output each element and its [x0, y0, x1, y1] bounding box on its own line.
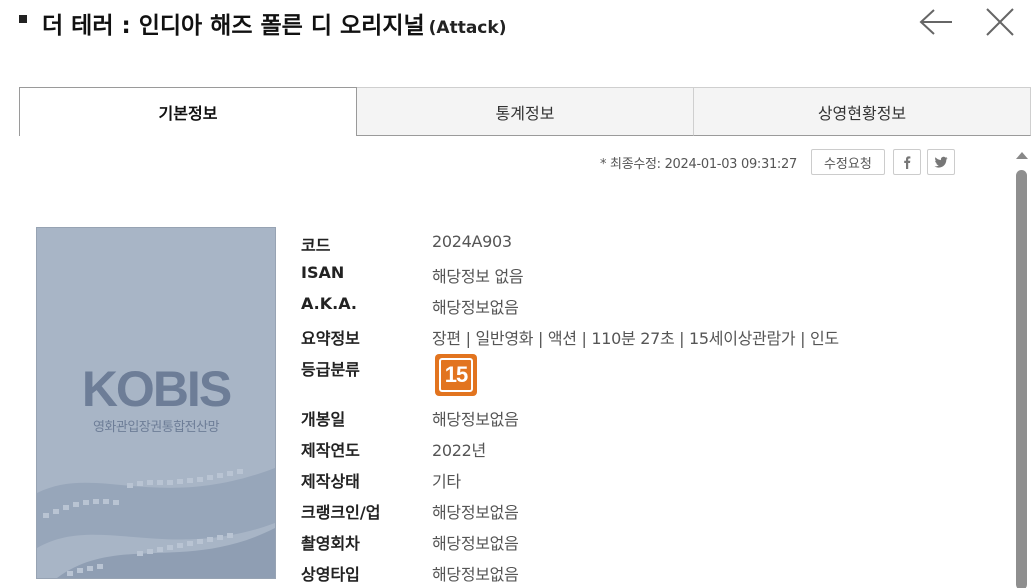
facebook-icon	[903, 156, 911, 169]
info-label: ISAN	[301, 263, 345, 282]
info-value: 해당정보없음	[432, 503, 519, 522]
info-label: A.K.A.	[301, 294, 357, 313]
movie-title: 더 테러 : 인디아 해즈 폴른 디 오리지널	[42, 13, 425, 39]
info-row-release: 개봉일 해당정보없음	[301, 402, 1001, 433]
info-value: 해당정보없음	[432, 565, 519, 584]
info-label: 코드	[301, 236, 331, 255]
info-row-status: 제작상태 기타	[301, 464, 1001, 495]
twitter-icon	[934, 156, 948, 168]
last-modified-text: * 최종수정: 2024-01-03 09:31:27	[600, 156, 797, 172]
edit-request-button[interactable]: 수정요청	[810, 149, 885, 175]
info-label: 촬영회차	[301, 534, 360, 553]
rating-15-icon: 15	[435, 354, 477, 396]
arrow-left-icon[interactable]	[918, 6, 954, 38]
update-row: * 최종수정: 2024-01-03 09:31:27 수정요청	[600, 148, 961, 176]
info-row-year: 제작연도 2022년	[301, 433, 1001, 464]
header: 더 테러 : 인디아 해즈 폴른 디 오리지널 (Attack)	[0, 0, 1032, 50]
info-label: 크랭크인/업	[301, 503, 381, 522]
scrollbar[interactable]	[1014, 150, 1030, 588]
info-row-crank: 크랭크인/업 해당정보없음	[301, 495, 1001, 526]
twitter-share-button[interactable]	[926, 149, 955, 175]
info-label: 제작연도	[301, 441, 360, 460]
page-title: 더 테러 : 인디아 해즈 폴른 디 오리지널 (Attack)	[42, 6, 506, 40]
info-row-rating: 등급분류	[301, 352, 1001, 402]
movie-poster: KOBIS 영화관입장권통합전산망	[36, 227, 276, 579]
tab-screening-status[interactable]: 상영현황정보	[694, 87, 1031, 136]
movie-detail-page: 더 테러 : 인디아 해즈 폴른 디 오리지널 (Attack) 기본정보 통계정…	[0, 0, 1032, 588]
info-label: 상영타입	[301, 565, 360, 584]
film-strip-icon	[37, 468, 275, 578]
scroll-thumb[interactable]	[1016, 170, 1027, 588]
kobis-logo: KOBIS	[81, 361, 232, 417]
info-row-shoot: 촬영회차 해당정보없음	[301, 526, 1001, 557]
scroll-up-icon[interactable]	[1016, 152, 1028, 159]
movie-info-table: 코드 2024A903 ISAN 해당정보 없음 A.K.A. 해당정보없음 요…	[301, 228, 1001, 588]
info-row-summary: 요약정보 장편 | 일반영화 | 액션 | 110분 27초 | 15세이상관람…	[301, 321, 1001, 352]
info-row-isan: ISAN 해당정보 없음	[301, 259, 1001, 290]
tab-statistics[interactable]: 통계정보	[357, 87, 694, 136]
movie-title-original: (Attack)	[428, 18, 507, 38]
info-value: 기타	[432, 472, 461, 491]
info-value: 장편 | 일반영화 | 액션 | 110분 27초 | 15세이상관람가 | 인…	[432, 329, 839, 348]
close-icon[interactable]	[982, 6, 1018, 38]
info-value: 2022년	[432, 441, 486, 460]
tab-bar: 기본정보 통계정보 상영현황정보	[19, 87, 1031, 136]
info-value: 해당정보 없음	[432, 267, 524, 286]
info-label: 개봉일	[301, 410, 346, 429]
kobis-logo-subtitle: 영화관입장권통합전산망	[92, 420, 220, 435]
info-value: 해당정보없음	[432, 534, 519, 553]
tab-basic-info[interactable]: 기본정보	[19, 87, 357, 136]
info-label: 등급분류	[301, 360, 360, 379]
info-label: 제작상태	[301, 472, 360, 491]
info-value: 2024A903	[432, 232, 512, 251]
info-value: 해당정보없음	[432, 298, 519, 317]
info-row-code: 코드 2024A903	[301, 228, 1001, 259]
info-label: 요약정보	[301, 329, 360, 348]
info-row-aka: A.K.A. 해당정보없음	[301, 290, 1001, 321]
info-value: 해당정보없음	[432, 410, 519, 429]
title-bullet	[19, 15, 27, 23]
rating-badge-text: 15	[439, 358, 473, 392]
facebook-share-button[interactable]	[892, 149, 921, 175]
info-row-screen-type: 상영타입 해당정보없음	[301, 557, 1001, 588]
